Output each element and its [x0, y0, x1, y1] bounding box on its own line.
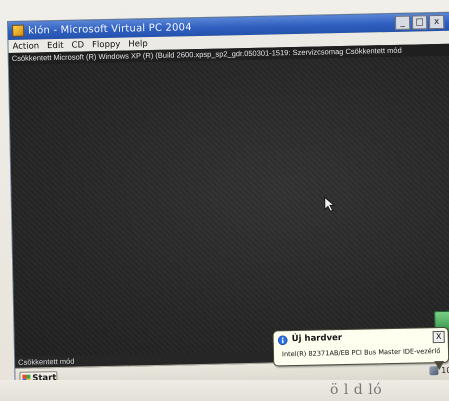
menu-edit[interactable]: Edit: [47, 40, 64, 50]
virtual-pc-window: klón - Microsoft Virtual PC 2004 _ □ x A…: [8, 12, 449, 395]
notification-title: Új hardver: [291, 333, 343, 345]
screenshot: klón - Microsoft Virtual PC 2004 _ □ x A…: [0, 0, 449, 401]
mouse-pointer-icon: [324, 196, 335, 212]
virtual-pc-icon: [12, 24, 25, 37]
new-hardware-notification[interactable]: Új hardver X Intel(R) 82371AB/EB PCI Bus…: [272, 326, 449, 371]
menu-help[interactable]: Help: [128, 39, 148, 49]
notification-text: Intel(R) 82371AB/EB PCI Bus Master IDE-v…: [281, 347, 441, 359]
close-button[interactable]: x: [428, 14, 445, 30]
notification-close-button[interactable]: X: [432, 330, 445, 344]
info-icon: [277, 335, 288, 346]
menu-cd[interactable]: CD: [71, 40, 84, 50]
menu-action[interactable]: Action: [12, 41, 39, 52]
window-controls: _ □ x: [394, 14, 445, 30]
guest-desktop[interactable]: [8, 55, 449, 357]
minimize-button[interactable]: _: [394, 15, 411, 30]
page-caption: ö l d ló: [330, 382, 383, 398]
maximize-button[interactable]: □: [411, 15, 428, 30]
balloon-pointer: [434, 360, 445, 371]
menu-floppy[interactable]: Floppy: [92, 39, 120, 50]
